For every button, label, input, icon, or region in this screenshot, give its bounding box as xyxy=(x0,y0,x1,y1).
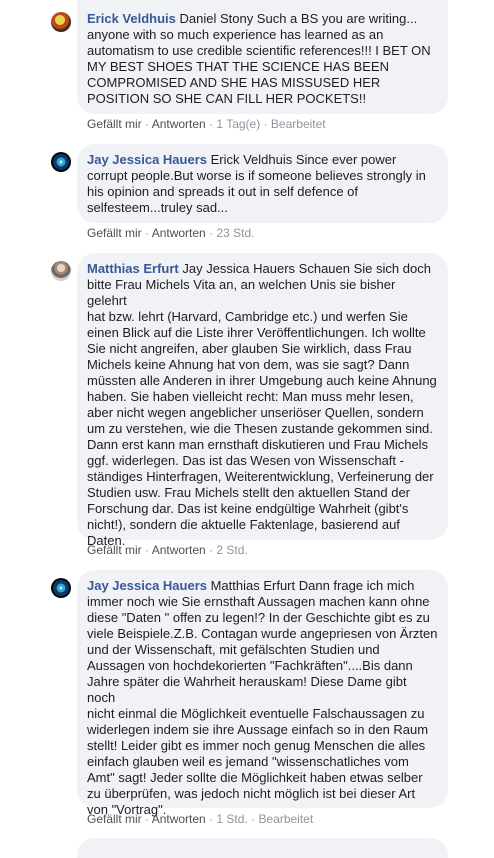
timestamp-link[interactable]: 2 Std. xyxy=(216,543,247,557)
separator: · xyxy=(145,226,150,240)
comment-bubble: Matthias Erfurt Jay Jessica Hauers Schau… xyxy=(77,253,448,548)
edited-label[interactable]: Bearbeitet xyxy=(258,812,313,826)
like-link[interactable]: Gefällt mir xyxy=(87,117,142,131)
comment-text: Matthias Erfurt Jay Jessica Hauers Schau… xyxy=(87,261,438,549)
separator: · xyxy=(145,117,150,131)
reply-link[interactable]: Antworten xyxy=(152,117,206,131)
comment-body: Matthias Erfurt Dann frage ich mich imme… xyxy=(87,578,438,817)
comment-text: Erick Veldhuis Daniel Stony Such a BS yo… xyxy=(87,11,438,107)
next-comment-bubble xyxy=(77,838,448,858)
like-link[interactable]: Gefällt mir xyxy=(87,226,142,240)
comment-text: Jay Jessica Hauers Matthias Erfurt Dann … xyxy=(87,578,438,818)
like-link[interactable]: Gefällt mir xyxy=(87,543,142,557)
timestamp-link[interactable]: 23 Std. xyxy=(216,226,254,240)
separator: · xyxy=(209,117,214,131)
separator: · xyxy=(145,812,150,826)
timestamp-link[interactable]: 1 Std. xyxy=(216,812,247,826)
comment-author-link[interactable]: Matthias Erfurt xyxy=(87,261,179,276)
avatar[interactable] xyxy=(51,12,71,32)
comment-actions: Gefällt mir · Antworten · 2 Std. xyxy=(87,543,248,557)
comment-bubble: Jay Jessica Hauers Matthias Erfurt Dann … xyxy=(77,570,448,817)
like-link[interactable]: Gefällt mir xyxy=(87,812,142,826)
separator: · xyxy=(209,812,214,826)
reply-link[interactable]: Antworten xyxy=(152,812,206,826)
separator: · xyxy=(263,117,268,131)
comment-author-link[interactable]: Erick Veldhuis xyxy=(87,11,176,26)
comment-bubble: Erick Veldhuis Daniel Stony Such a BS yo… xyxy=(77,0,448,114)
avatar[interactable] xyxy=(51,261,71,281)
reply-link[interactable]: Antworten xyxy=(152,226,206,240)
comment-actions: Gefällt mir · Antworten · 23 Std. xyxy=(87,226,254,240)
comment-body: Jay Jessica Hauers Schauen Sie sich doch… xyxy=(87,261,437,548)
reply-link[interactable]: Antworten xyxy=(152,543,206,557)
comment-actions: Gefällt mir · Antworten · 1 Tag(e) · Bea… xyxy=(87,117,326,131)
comment-actions: Gefällt mir · Antworten · 1 Std. · Bearb… xyxy=(87,812,313,826)
separator: · xyxy=(145,543,150,557)
comment-bubble: Jay Jessica Hauers Erick Veldhuis Since … xyxy=(77,144,448,223)
comment-author-link[interactable]: Jay Jessica Hauers xyxy=(87,578,207,593)
avatar[interactable] xyxy=(51,578,71,598)
separator: · xyxy=(251,812,256,826)
comment-text: Jay Jessica Hauers Erick Veldhuis Since … xyxy=(87,152,438,216)
avatar[interactable] xyxy=(51,152,71,172)
timestamp-link[interactable]: 1 Tag(e) xyxy=(216,117,260,131)
separator: · xyxy=(209,226,214,240)
edited-label[interactable]: Bearbeitet xyxy=(271,117,326,131)
separator: · xyxy=(209,543,214,557)
comment-author-link[interactable]: Jay Jessica Hauers xyxy=(87,152,207,167)
